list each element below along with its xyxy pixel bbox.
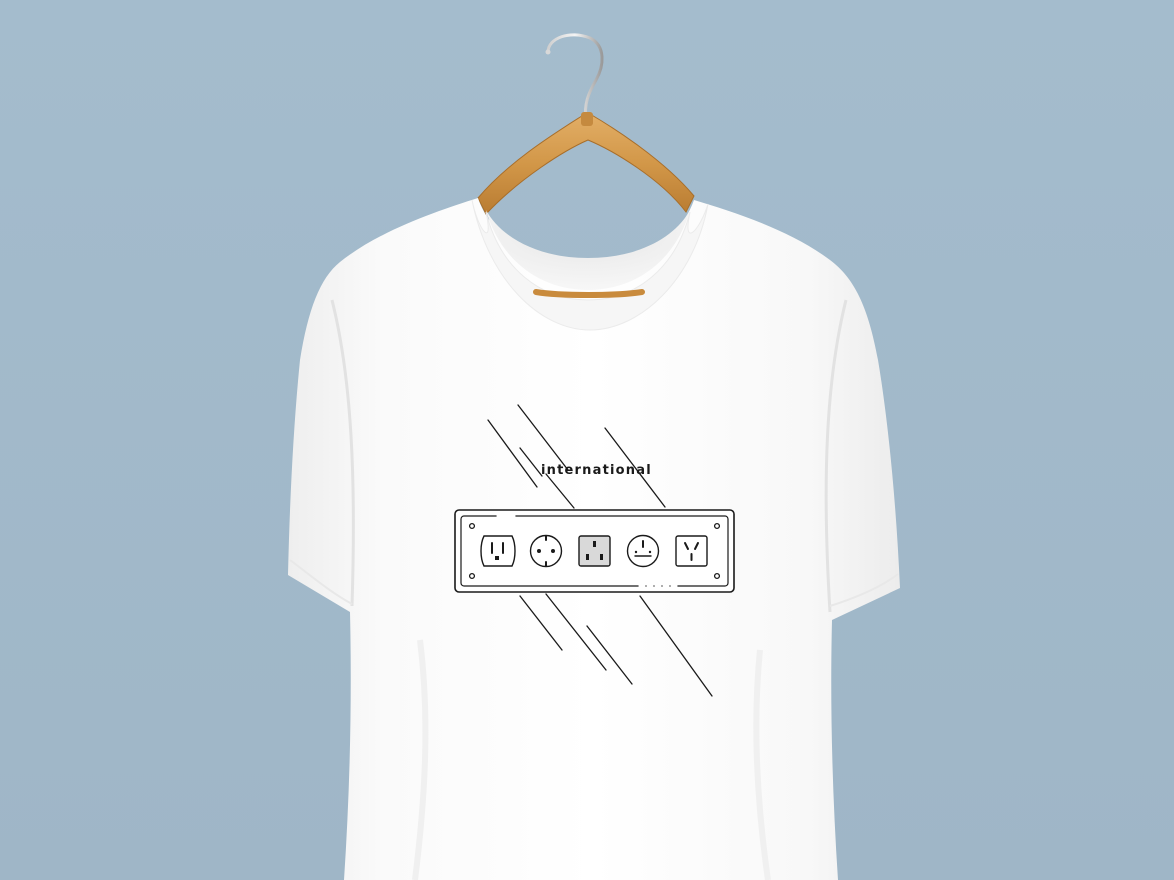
tshirt-mockup-scene: international: [0, 0, 1174, 880]
hanger-neck-icon: [581, 112, 593, 126]
print-word: international: [541, 463, 652, 478]
type-g-uk-icon: [578, 535, 611, 567]
hanger-bar-icon: [533, 289, 645, 298]
scene-svg: international: [0, 0, 1174, 880]
hanger-hook-tip-icon: [545, 49, 551, 55]
